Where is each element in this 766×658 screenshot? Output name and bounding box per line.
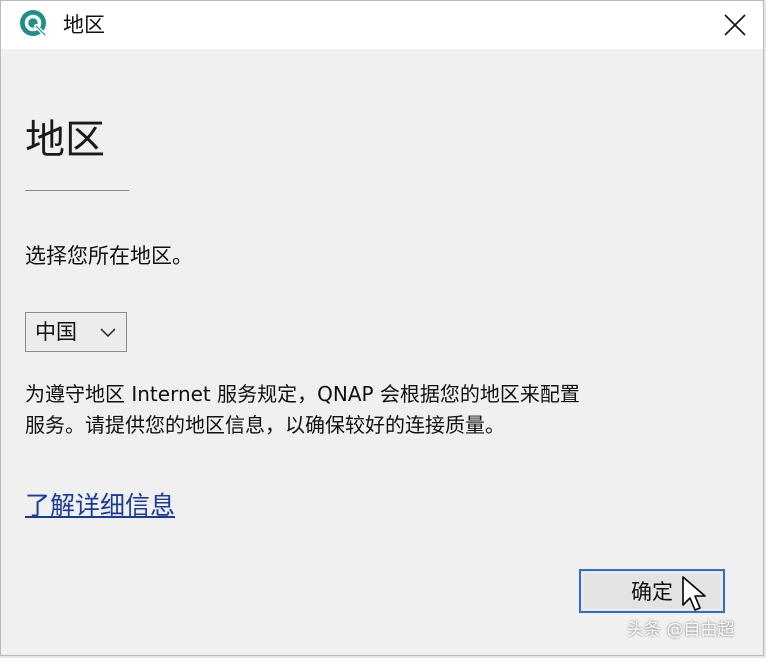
window-title: 地区 <box>63 13 105 37</box>
dialog-content: 地区 选择您所在地区。 中国 为遵守地区 Internet 服务规定，QNAP … <box>25 49 739 655</box>
title-divider <box>25 190 129 191</box>
region-dropdown[interactable]: 中国 <box>25 312 127 352</box>
region-prompt: 选择您所在地区。 <box>25 244 193 268</box>
mouse-pointer-icon <box>682 576 706 611</box>
qnap-q-icon <box>19 9 49 39</box>
watermark: 头条 @自由超 <box>627 620 735 640</box>
learn-more-link[interactable]: 了解详细信息 <box>25 489 175 523</box>
close-icon <box>724 14 746 36</box>
region-dialog: 地区 地区 选择您所在地区。 中国 为遵守地区 Internet 服务规定，QN… <box>0 0 764 656</box>
region-selected-value: 中国 <box>35 320 77 344</box>
page-title: 地区 <box>25 117 105 163</box>
close-button[interactable] <box>707 1 763 49</box>
description-line-2: 服务。请提供您的地区信息，以确保较好的连接质量。 <box>25 413 505 437</box>
chevron-down-icon <box>100 328 116 338</box>
region-description: 为遵守地区 Internet 服务规定，QNAP 会根据您的地区来配置 服务。请… <box>25 379 737 441</box>
description-line-1: 为遵守地区 Internet 服务规定，QNAP 会根据您的地区来配置 <box>25 382 580 406</box>
title-bar: 地区 <box>1 1 763 49</box>
